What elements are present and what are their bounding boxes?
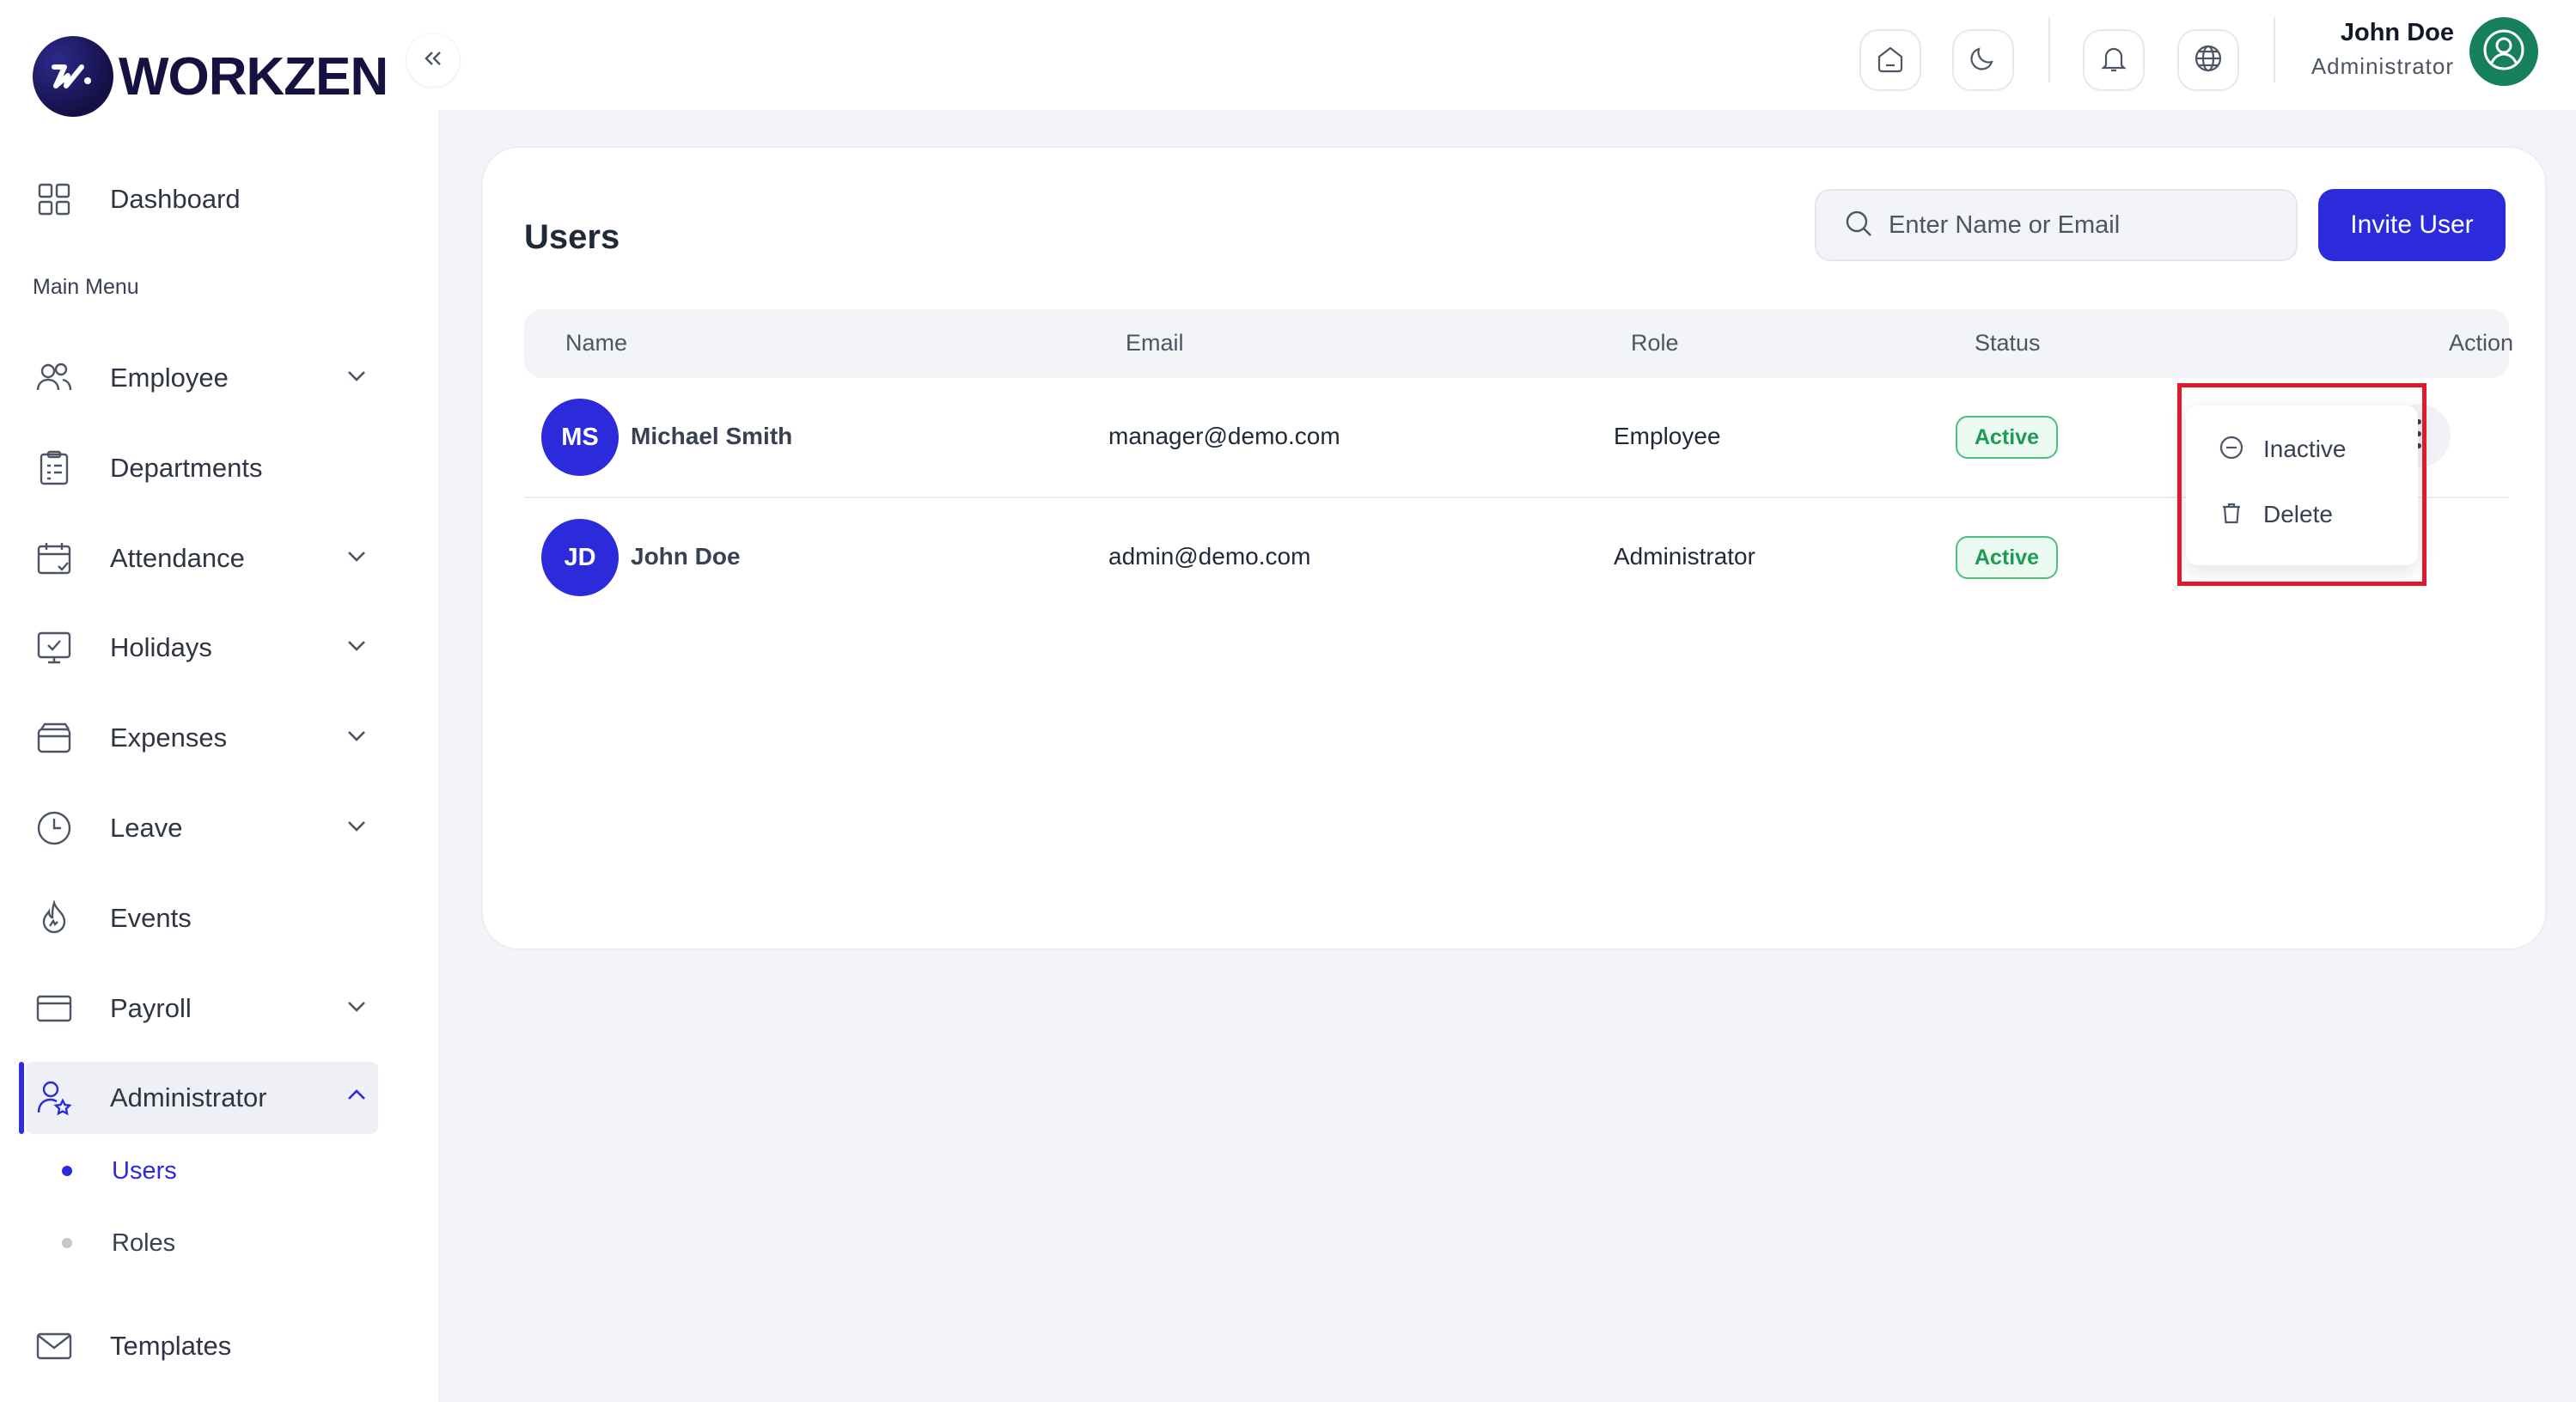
user-role: Administrator [2310,53,2454,79]
user-avatar[interactable] [2469,17,2538,86]
user-circle-icon [2480,26,2528,78]
email-cell: manager@demo.com [1108,423,1340,449]
sidebar-item-label: Expenses [110,722,228,753]
column-header-email[interactable]: Email [1126,330,1184,357]
monitor-check-icon [34,628,74,667]
active-item-indicator [19,1062,24,1134]
sidebar-subitem-users[interactable]: Users [62,1149,177,1192]
sidebar-item-label: Events [110,903,192,933]
search-box[interactable] [1815,189,2298,261]
column-header-action: Action [2449,330,2514,356]
sidebar-item-departments[interactable]: Departments [34,434,378,503]
moon-icon [1968,43,1999,78]
sidebar-item-events[interactable]: Events [34,884,378,953]
sidebar-item-label: Payroll [110,993,192,1023]
invite-user-button[interactable]: Invite User [2318,189,2506,261]
sidebar-item-administrator[interactable]: Administrator [34,1064,378,1132]
sidebar-subitem-label: Users [112,1156,177,1185]
flame-icon [34,899,74,938]
brand-logo[interactable]: WORKZEN [33,36,388,117]
sidebar-item-label: Attendance [110,543,245,573]
table-header: Name Email Role Status Action [524,309,2513,378]
chevron-down-icon [344,722,369,753]
notifications-button[interactable] [2083,29,2145,91]
user-name-cell: John Doe [631,543,741,570]
chevron-down-icon [344,993,369,1023]
status-badge: Active [1956,536,2059,579]
users-icon [34,358,74,398]
clipboard-icon [34,448,74,488]
chevron-down-icon [344,813,369,843]
topbar-divider [2274,17,2275,82]
topbar: John Doe Administrator [438,0,2576,110]
sidebar-item-dashboard[interactable]: Dashboard [34,165,378,234]
search-input[interactable] [1889,210,2284,240]
wallet-icon [34,718,74,758]
user-name-cell: Michael Smith [631,423,793,449]
collapse-sidebar-button[interactable] [406,33,461,88]
sidebar-item-attendance[interactable]: Attendance [34,524,378,593]
double-chevron-left-icon [420,46,446,76]
avatar: JD [541,519,619,596]
column-header-status[interactable]: Status [1975,330,2041,357]
credit-card-icon [34,989,74,1028]
section-label: Main Menu [33,275,139,299]
sidebar-item-label: Holidays [110,632,212,662]
column-header-role[interactable]: Role [1631,330,1679,357]
column-header-name[interactable]: Name [565,330,627,357]
avatar: MS [541,399,619,476]
page-title: Users [524,218,620,256]
chevron-up-icon [344,1082,369,1112]
sidebar-item-label: Departments [110,453,263,483]
sidebar-item-label: Templates [110,1331,232,1361]
sidebar-item-holidays[interactable]: Holidays [34,613,378,682]
search-icon [1844,209,1873,242]
workzen-logo-icon [33,36,113,117]
sidebar-item-expenses[interactable]: Expenses [34,704,378,772]
user-star-icon [34,1078,74,1118]
role-cell: Employee [1614,423,1721,449]
highlight-box [2177,383,2426,586]
sidebar-subitem-label: Roles [112,1228,176,1257]
clock-icon [34,808,74,848]
sidebar-item-payroll[interactable]: Payroll [34,974,378,1043]
sidebar: WORKZEN Dashboard Main Menu Employee Dep… [0,0,438,1402]
user-name[interactable]: John Doe [2341,19,2454,47]
sidebar-subitem-roles[interactable]: Roles [62,1222,175,1265]
role-cell: Administrator [1614,543,1755,570]
topbar-divider [2048,17,2050,82]
inactive-dot [62,1238,72,1248]
sidebar-item-leave[interactable]: Leave [34,794,378,863]
dark-mode-toggle[interactable] [1952,29,2014,91]
chevron-down-icon [344,543,369,573]
sidebar-item-label: Administrator [110,1082,267,1112]
active-dot [62,1166,72,1176]
mail-icon [34,1326,74,1366]
status-badge: Active [1956,416,2059,459]
bell-icon [2098,43,2129,78]
brand-name: WORKZEN [119,46,388,107]
language-button[interactable] [2177,29,2239,91]
home-icon [1875,43,1906,78]
grid-icon [34,180,74,219]
chevron-down-icon [344,363,369,393]
sidebar-item-templates[interactable]: Templates [34,1312,378,1381]
calendar-check-icon [34,539,74,578]
home-button[interactable] [1859,29,1921,91]
globe-icon [2193,43,2224,78]
sidebar-item-label: Dashboard [110,184,241,214]
sidebar-item-label: Leave [110,813,183,843]
email-cell: admin@demo.com [1108,543,1311,570]
sidebar-item-label: Employee [110,363,229,393]
sidebar-item-employee[interactable]: Employee [34,344,378,412]
chevron-down-icon [344,632,369,662]
